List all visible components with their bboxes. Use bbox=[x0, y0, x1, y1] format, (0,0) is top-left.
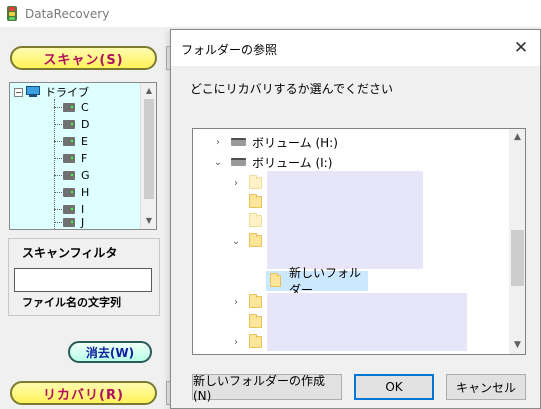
chevron-right-icon[interactable]: › bbox=[213, 137, 223, 148]
tree-item-folder[interactable]: › bbox=[231, 332, 262, 352]
drive-item-c[interactable]: C bbox=[54, 99, 89, 115]
clear-button[interactable]: 消去(W) bbox=[68, 341, 152, 363]
dialog-title: フォルダーの参照 bbox=[181, 43, 278, 57]
chevron-right-icon[interactable]: › bbox=[231, 297, 241, 308]
dialog-titlebar: フォルダーの参照 ✕ bbox=[171, 30, 540, 66]
drive-label: D bbox=[81, 117, 90, 131]
hard-drive-icon bbox=[231, 138, 246, 146]
filename-filter-caption: ファイル名の文字列 bbox=[22, 296, 121, 309]
new-folder-button[interactable]: 新しいフォルダーの作成(N) bbox=[192, 374, 342, 403]
cancel-button[interactable]: キャンセル bbox=[446, 374, 526, 400]
drive-icon bbox=[63, 102, 75, 112]
app-titlebar: DataRecovery bbox=[0, 0, 541, 27]
folder-icon bbox=[270, 273, 282, 287]
tree-item-label: ボリューム (I:) bbox=[252, 155, 333, 170]
tree-item-volume-i[interactable]: ⌄ ボリューム (I:) bbox=[213, 152, 333, 172]
app-title: DataRecovery bbox=[25, 6, 110, 21]
chevron-right-icon[interactable]: › bbox=[231, 337, 241, 348]
computer-icon bbox=[25, 86, 41, 98]
scroll-down-icon[interactable]: ▼ bbox=[509, 337, 525, 354]
collapse-icon[interactable]: − bbox=[14, 87, 23, 97]
folder-tree[interactable]: › ボリューム (H:) ⌄ ボリューム (I:) › ⌄ 新しいフォルダー ›… bbox=[192, 128, 526, 355]
drive-item-j[interactable]: J bbox=[54, 214, 85, 229]
drive-label: C bbox=[81, 100, 89, 114]
chevron-down-icon[interactable]: ⌄ bbox=[213, 157, 223, 168]
drive-label: G bbox=[81, 168, 90, 182]
chevron-right-icon[interactable]: › bbox=[231, 178, 241, 189]
tree-item-volume-h[interactable]: › ボリューム (H:) bbox=[213, 132, 338, 152]
tree-root-drives[interactable]: − ドライブ bbox=[14, 84, 89, 100]
drive-label: H bbox=[81, 185, 90, 199]
tree-item-folder-expanded[interactable]: ⌄ bbox=[231, 231, 262, 251]
folder-icon bbox=[249, 233, 262, 247]
drive-label: F bbox=[81, 151, 88, 165]
close-icon[interactable]: ✕ bbox=[509, 36, 533, 60]
tree-item-folder[interactable]: › bbox=[231, 173, 262, 193]
scroll-up-icon[interactable]: ▲ bbox=[509, 129, 525, 146]
hard-drive-icon bbox=[231, 158, 246, 166]
folder-icon bbox=[249, 294, 262, 308]
filename-filter-input[interactable] bbox=[14, 268, 152, 292]
redacted-region bbox=[267, 293, 467, 351]
drive-item-g[interactable]: G bbox=[54, 167, 90, 183]
scroll-thumb[interactable] bbox=[144, 99, 154, 199]
drive-icon bbox=[63, 204, 75, 214]
tree-root-label: ドライブ bbox=[45, 86, 89, 99]
drive-item-h[interactable]: H bbox=[54, 184, 89, 200]
scan-button[interactable]: スキャン(S) bbox=[10, 46, 157, 70]
drive-icon bbox=[63, 170, 75, 180]
drive-icon bbox=[63, 217, 75, 227]
drive-icon bbox=[63, 119, 75, 129]
tree-item-folder[interactable] bbox=[231, 211, 262, 231]
drive-label: J bbox=[81, 215, 85, 229]
traffic-light-icon bbox=[6, 5, 18, 22]
drive-item-f[interactable]: F bbox=[54, 150, 87, 166]
scroll-down-icon[interactable]: ▼ bbox=[141, 213, 157, 229]
redacted-region bbox=[267, 171, 423, 269]
ok-button[interactable]: OK bbox=[354, 374, 434, 400]
folder-icon bbox=[249, 175, 262, 189]
folder-tree-scrollbar[interactable]: ▲ ▼ bbox=[509, 129, 525, 354]
tree-item-folder[interactable]: › bbox=[231, 292, 262, 312]
drive-tree-scrollbar[interactable]: ▲ ▼ bbox=[140, 83, 156, 229]
drive-icon bbox=[63, 187, 75, 197]
tree-item-folder[interactable] bbox=[231, 192, 262, 212]
folder-icon bbox=[249, 334, 262, 348]
tree-item-label: ボリューム (H:) bbox=[252, 135, 338, 150]
folder-icon bbox=[249, 314, 262, 328]
drive-icon bbox=[63, 153, 75, 163]
folder-icon bbox=[249, 194, 262, 208]
chevron-down-icon[interactable]: ⌄ bbox=[231, 236, 241, 247]
drive-tree[interactable]: − ドライブ C D E F G H I J bbox=[9, 82, 157, 230]
scroll-thumb[interactable] bbox=[511, 230, 524, 286]
scan-filter-title: スキャンフィルタ bbox=[20, 244, 120, 261]
drive-item-e[interactable]: E bbox=[54, 133, 88, 149]
tree-item-folder[interactable] bbox=[231, 312, 262, 332]
drive-label: E bbox=[81, 134, 88, 148]
folder-icon bbox=[249, 213, 262, 227]
tree-item-new-folder-selected[interactable]: 新しいフォルダー bbox=[266, 266, 368, 297]
dialog-prompt: どこにリカバリするか選んでください bbox=[190, 82, 394, 96]
recover-button[interactable]: リカバリ(R) bbox=[10, 381, 157, 405]
drive-item-d[interactable]: D bbox=[54, 116, 89, 132]
optical-drive-icon bbox=[63, 136, 75, 146]
scroll-up-icon[interactable]: ▲ bbox=[141, 83, 157, 99]
browse-folder-dialog: フォルダーの参照 ✕ どこにリカバリするか選んでください › ボリューム (H:… bbox=[170, 29, 541, 409]
